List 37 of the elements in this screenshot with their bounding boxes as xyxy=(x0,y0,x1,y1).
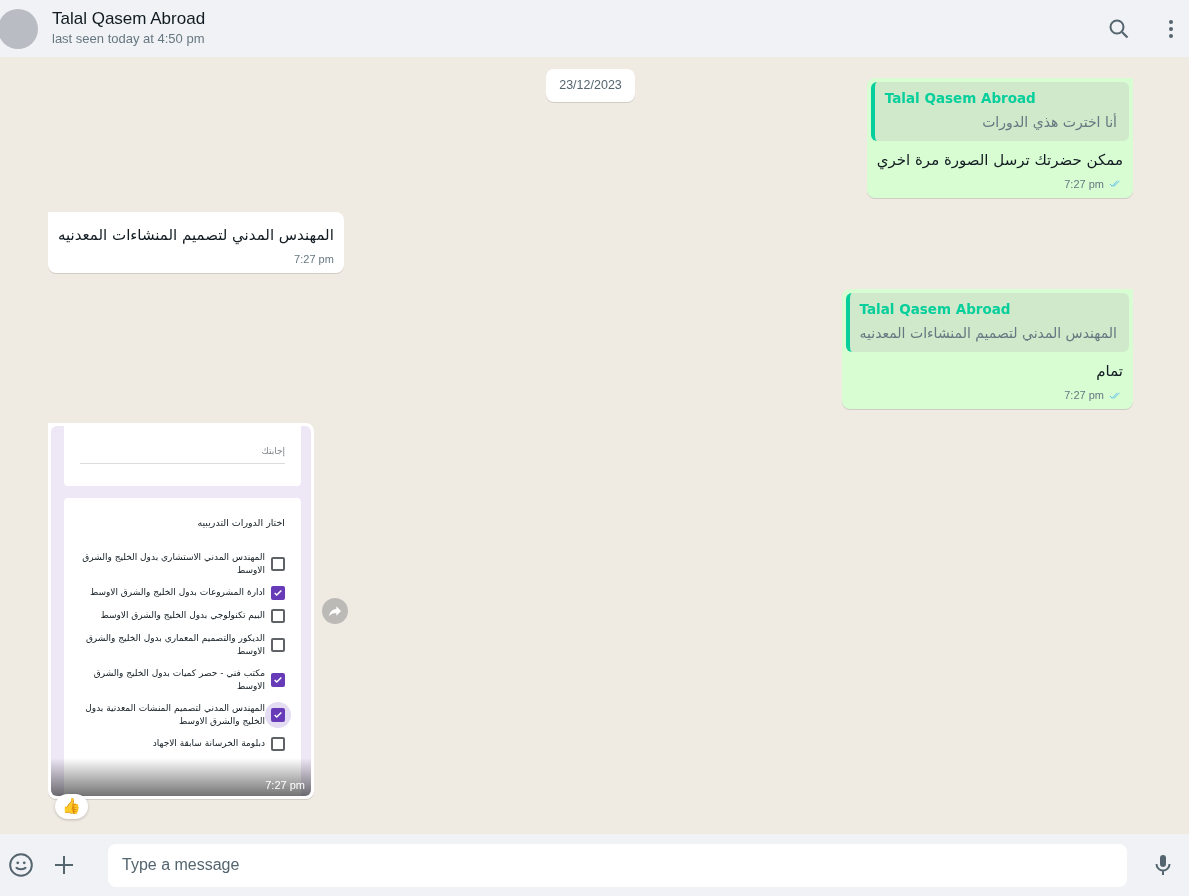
checkbox[interactable] xyxy=(271,637,285,652)
message-time: 7:27 pm xyxy=(1064,176,1104,192)
plus-icon xyxy=(52,853,76,877)
message-input[interactable]: Type a message xyxy=(108,843,1127,887)
message-time: 7:27 pm xyxy=(294,251,334,267)
image-message[interactable] xyxy=(48,423,314,800)
checkbox-label: دبلومة الخرسانة سابقة الاجهاد xyxy=(152,737,265,750)
checkbox[interactable] xyxy=(271,585,285,600)
checkbox[interactable] xyxy=(271,556,285,571)
smiley-icon xyxy=(8,852,34,878)
date-chip: 23/12/2023 xyxy=(546,69,635,102)
message-text: ممكن حضرتك ترسل الصورة مرة اخري xyxy=(875,150,1124,172)
quote-text: أنا اخترت هذي الدورات xyxy=(981,112,1117,133)
quote-author: Talal Qasem Abroad xyxy=(859,300,1012,319)
checkbox-label: المهندس المدني لتصميم المنشات المعدنية بدول الخليج والشرق الاوسط xyxy=(84,701,265,728)
check-icon xyxy=(273,674,283,685)
quote-author: Talal Qasem Abroad xyxy=(884,88,1037,108)
message-text: تمام xyxy=(1095,361,1124,383)
checkbox-label: الديكور والتصميم المعماري بدول الخليج والشرق الاوسط xyxy=(84,631,265,658)
checkbox-label: المهندس المدني الاستشاري بدول الخليج والشرق الاوسط xyxy=(81,550,265,577)
last-seen-status: last seen today at 4:50 pm xyxy=(52,29,206,48)
message-time: 7:27 pm xyxy=(265,777,305,793)
quote-text: المهندس المدني لتصميم المنشاءات المعدنيه xyxy=(859,324,1117,344)
checkbox[interactable] xyxy=(271,707,285,722)
checkbox[interactable] xyxy=(271,672,285,687)
form-question: اختار الدورات التدريبيه xyxy=(196,516,285,531)
contact-name: Talal Qasem Abroad xyxy=(52,8,207,29)
check-icon xyxy=(273,587,283,598)
checkbox-label: البيم تكنولوجي بدول الخليج والشرق الاوسط xyxy=(100,609,265,622)
checkbox[interactable] xyxy=(271,736,285,751)
checkbox-label: مكتب فني - حصر كميات بدول الخليج والشرق الاوسط xyxy=(92,666,265,693)
message-text: المهندس المدني لتصميم المنشاءات المعدنيه xyxy=(57,225,335,247)
checkbox[interactable] xyxy=(271,608,285,623)
checkbox-label: ادارة المشروعات بدول الخليج والشرق الاوسط xyxy=(89,586,265,599)
message-time: 7:27 pm xyxy=(1064,387,1104,403)
check-icon xyxy=(273,709,283,720)
menu-icon xyxy=(1169,19,1173,38)
